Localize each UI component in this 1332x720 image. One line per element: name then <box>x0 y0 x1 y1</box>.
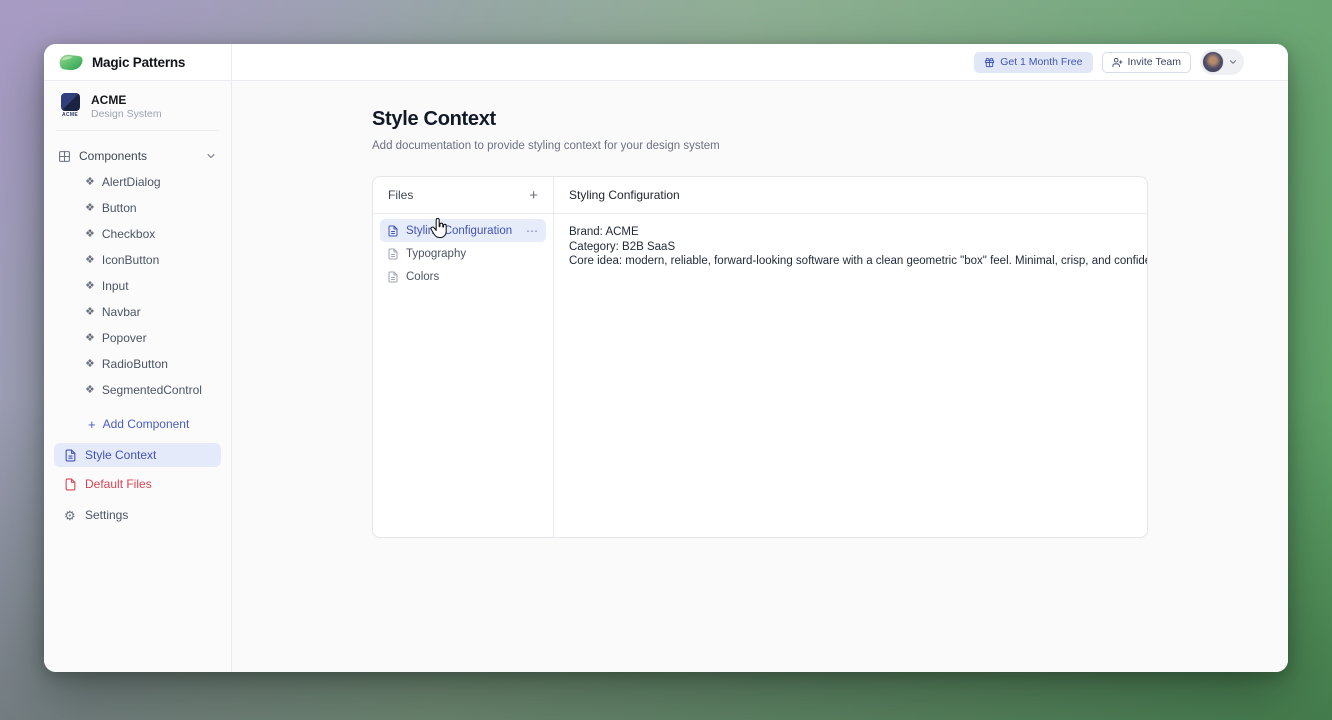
magic-patterns-logo-icon <box>58 53 84 72</box>
logo-area[interactable]: Magic Patterns <box>44 44 232 80</box>
content-line: Category: B2B SaaS <box>569 240 1132 255</box>
component-icon: ❖ <box>85 385 95 396</box>
content-line: Brand: ACME <box>569 225 1132 240</box>
main-content: Style Context Add documentation to provi… <box>232 81 1288 672</box>
component-label: SegmentedControl <box>102 383 202 397</box>
component-icon: ❖ <box>85 359 95 370</box>
body-row: ACME ACME Design System Components ❖ Aler… <box>44 81 1288 672</box>
invite-team-label: Invite Team <box>1128 56 1182 68</box>
grid-icon <box>58 150 71 163</box>
file-text-icon <box>387 271 399 283</box>
sidebar-nav: Components ❖ AlertDialog ❖ Button ❖ Checkbo… <box>44 131 231 527</box>
page-subtitle: Add documentation to provide styling con… <box>372 140 1288 152</box>
sidebar-item-alertdialog[interactable]: ❖ AlertDialog <box>44 169 231 195</box>
workspace-logo: ACME <box>58 93 82 120</box>
component-icon: ❖ <box>85 203 95 214</box>
components-section-header[interactable]: Components <box>44 143 231 169</box>
settings-label: Settings <box>85 508 128 522</box>
file-content[interactable]: Brand: ACME Category: B2B SaaS Core idea… <box>554 214 1147 280</box>
file-list: Styling Configuration ⋯ Typography Color… <box>373 214 553 293</box>
style-context-label: Style Context <box>85 448 156 462</box>
app-window: Magic Patterns Get 1 Month Free Invite T… <box>44 44 1288 672</box>
sidebar-item-input[interactable]: ❖ Input <box>44 273 231 299</box>
file-label: Colors <box>406 271 439 283</box>
file-text-icon <box>387 225 399 237</box>
account-menu[interactable] <box>1200 49 1244 75</box>
workspace-switcher[interactable]: ACME ACME Design System <box>44 91 231 130</box>
workspace-subtitle: Design System <box>91 108 162 120</box>
file-label: Styling Configuration <box>406 225 512 237</box>
page: { "header": { "logo_text": "Magic Patter… <box>0 0 1332 720</box>
style-context-card: Files + Styling Configuration ⋯ Typograp… <box>372 176 1148 538</box>
workspace-logo-mark <box>61 93 80 111</box>
component-label: AlertDialog <box>102 175 161 189</box>
component-label: RadioButton <box>102 357 168 371</box>
chevron-down-icon <box>1228 57 1238 67</box>
sidebar: ACME ACME Design System Components ❖ Aler… <box>44 81 232 672</box>
files-panel: Files + Styling Configuration ⋯ Typograp… <box>373 177 554 537</box>
sidebar-item-popover[interactable]: ❖ Popover <box>44 325 231 351</box>
component-label: IconButton <box>102 253 159 267</box>
component-label: Navbar <box>102 305 141 319</box>
add-file-button[interactable]: + <box>529 188 538 203</box>
component-label: Checkbox <box>102 227 155 241</box>
workspace-info: ACME Design System <box>91 94 162 120</box>
sidebar-item-navbar[interactable]: ❖ Navbar <box>44 299 231 325</box>
file-row-styling-configuration[interactable]: Styling Configuration ⋯ <box>380 219 546 242</box>
sidebar-item-radiobutton[interactable]: ❖ RadioButton <box>44 351 231 377</box>
content-header-label: Styling Configuration <box>569 188 680 202</box>
file-icon <box>64 478 77 491</box>
content-line: Core idea: modern, reliable, forward-loo… <box>569 254 1132 269</box>
top-bar: Magic Patterns Get 1 Month Free Invite T… <box>44 44 1288 81</box>
sidebar-item-style-context[interactable]: Style Context <box>54 443 221 467</box>
component-label: Button <box>102 201 137 215</box>
content-panel-header: Styling Configuration <box>554 177 1147 214</box>
promo-button-label: Get 1 Month Free <box>1000 56 1082 68</box>
component-icon: ❖ <box>85 333 95 344</box>
files-header-label: Files <box>388 188 413 202</box>
plus-icon: + <box>88 418 96 431</box>
chevron-down-icon <box>205 150 217 162</box>
components-section-label: Components <box>79 149 147 163</box>
file-content-panel: Styling Configuration Brand: ACME Catego… <box>554 177 1147 537</box>
files-panel-header: Files + <box>373 177 553 214</box>
sidebar-item-iconbutton[interactable]: ❖ IconButton <box>44 247 231 273</box>
file-row-typography[interactable]: Typography <box>380 242 546 265</box>
add-component-button[interactable]: + Add Component <box>44 411 231 437</box>
component-icon: ❖ <box>85 177 95 188</box>
add-component-label: Add Component <box>103 417 190 431</box>
more-options-icon[interactable]: ⋯ <box>526 224 539 238</box>
component-icon: ❖ <box>85 229 95 240</box>
component-icon: ❖ <box>85 307 95 318</box>
gear-icon: ⚙ <box>64 509 77 522</box>
sidebar-item-button[interactable]: ❖ Button <box>44 195 231 221</box>
component-icon: ❖ <box>85 281 95 292</box>
file-label: Typography <box>406 248 466 260</box>
page-title: Style Context <box>372 108 1288 131</box>
workspace-logo-label: ACME <box>62 112 78 118</box>
component-icon: ❖ <box>85 255 95 266</box>
file-row-colors[interactable]: Colors <box>380 265 546 288</box>
gift-icon <box>984 57 995 68</box>
user-plus-icon <box>1112 57 1123 68</box>
sidebar-item-default-files[interactable]: Default Files <box>54 472 221 496</box>
component-label: Input <box>102 279 129 293</box>
default-files-label: Default Files <box>85 477 152 491</box>
component-label: Popover <box>102 331 147 345</box>
sidebar-item-checkbox[interactable]: ❖ Checkbox <box>44 221 231 247</box>
invite-team-button[interactable]: Invite Team <box>1102 52 1192 73</box>
file-text-icon <box>64 449 77 462</box>
logo-text: Magic Patterns <box>92 55 185 70</box>
workspace-name: ACME <box>91 94 162 107</box>
avatar <box>1202 51 1224 73</box>
sidebar-item-settings[interactable]: ⚙ Settings <box>54 503 221 527</box>
promo-button[interactable]: Get 1 Month Free <box>974 52 1092 73</box>
file-text-icon <box>387 248 399 260</box>
sidebar-item-segmentedcontrol[interactable]: ❖ SegmentedControl <box>44 377 231 403</box>
top-bar-actions: Get 1 Month Free Invite Team <box>232 44 1288 80</box>
